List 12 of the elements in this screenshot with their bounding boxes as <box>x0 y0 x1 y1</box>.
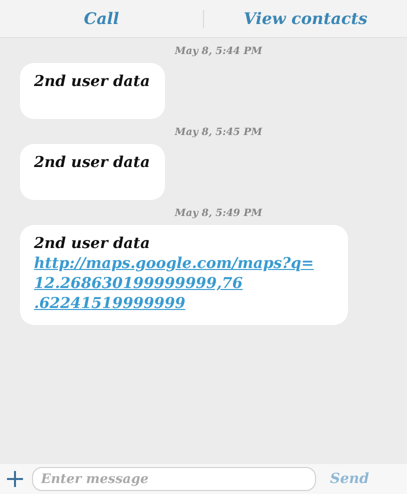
send-button[interactable]: Send <box>330 468 369 490</box>
add-icon[interactable] <box>6 470 24 488</box>
map-link[interactable]: http://maps.google.com/maps?q= 12.268630199999999,76 .62241519999999 <box>34 253 314 313</box>
message-timestamp: May 8, 5:45 PM <box>174 126 262 140</box>
message-text: 2nd user data <box>34 233 151 253</box>
message-text: 2nd user data <box>34 71 151 91</box>
header-action-button[interactable]: Call <box>0 6 203 30</box>
message-timestamp: May 8, 5:49 PM <box>174 207 262 221</box>
message-timestamp: May 8, 5:44 PM <box>174 45 262 59</box>
message-input[interactable]: Enter message <box>32 467 316 491</box>
message-text: 2nd user data <box>34 152 151 172</box>
header-action-button[interactable]: View contacts <box>204 6 407 30</box>
